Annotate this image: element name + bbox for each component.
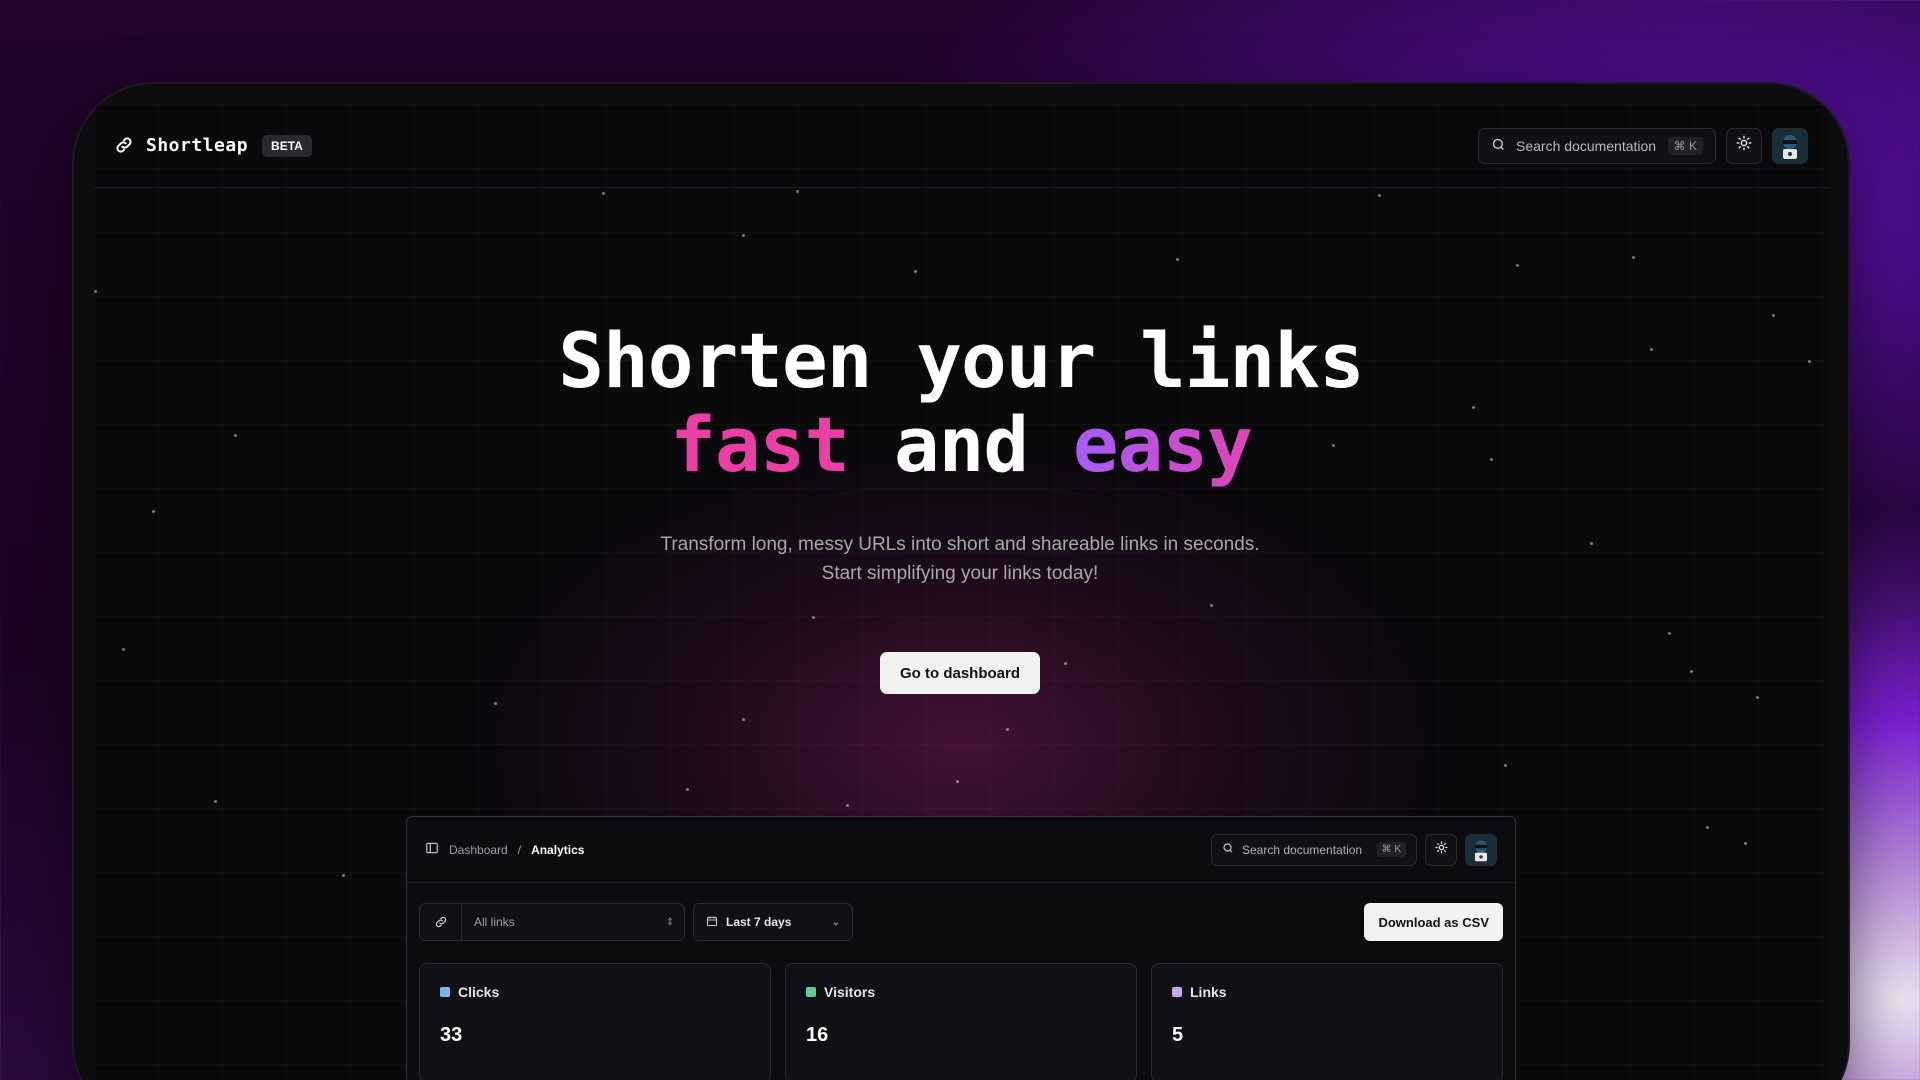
star [1176,258,1179,261]
dashboard-preview: Dashboard / Analytics Search documentati… [406,816,1516,1080]
calendar-icon [706,915,718,930]
chevron-down-icon: ⌄ [831,916,840,928]
word-fast: fast [670,400,850,489]
stat-value: 16 [806,1024,829,1046]
brand-name: Shortleap [146,135,249,156]
stat-value: 5 [1172,1024,1184,1046]
user-avatar[interactable] [1772,127,1808,164]
search-icon [1222,842,1234,857]
stat-card-header: Links [1172,984,1482,1000]
filters-bar: All links ⇕ Last 7 days ⌄ Download as CS… [419,903,1503,941]
app-screen: Shortleap BETA Search documentation ⌘ K … [94,104,1828,1080]
dashboard-theme-toggle-button[interactable] [1425,833,1457,866]
search-placeholder: Search documentation [1516,137,1657,154]
sidebar-toggle-icon[interactable] [425,841,439,858]
hero-title-line1: Shorten your links [558,316,1365,405]
search-documentation-button[interactable]: Search documentation ⌘ K [1478,127,1716,164]
breadcrumb: Dashboard / Analytics [425,841,584,858]
star [796,190,799,193]
word-easy: easy [1072,400,1253,489]
date-range-value: Last 7 days [726,915,792,929]
link-filter-value: All links [474,915,515,929]
breadcrumb-dashboard[interactable]: Dashboard [449,843,508,857]
star [1590,542,1593,545]
star [1210,604,1213,607]
star [1706,826,1709,829]
star [1504,764,1507,767]
star [1668,632,1671,635]
dashboard-actions: Search documentation ⌘ K [1211,833,1497,866]
dashboard-header: Dashboard / Analytics Search documentati… [407,817,1515,883]
star [602,192,605,195]
star [846,804,849,807]
star [914,270,917,273]
brand[interactable]: Shortleap BETA [114,134,312,157]
word-and: and [893,400,1029,489]
star [122,648,125,651]
link-icon [420,904,462,940]
stat-card-visitors: Visitors 16 [785,963,1137,1080]
star [1744,842,1747,845]
nav-actions: Search documentation ⌘ K [1478,127,1808,164]
stat-card-clicks: Clicks 33 [419,963,771,1080]
breadcrumb-separator: / [517,842,522,857]
star [1756,696,1759,699]
theme-toggle-button[interactable] [1726,127,1762,164]
dashboard-search-button[interactable]: Search documentation ⌘ K [1211,833,1417,866]
hero-title-line2: fast and easy [94,400,1828,489]
star [94,290,97,293]
star [1690,670,1693,673]
star [1378,194,1381,197]
star [1632,256,1635,259]
search-icon [1491,137,1506,155]
download-csv-button[interactable]: Download as CSV [1364,903,1503,941]
star [1064,662,1067,665]
top-nav: Shortleap BETA Search documentation ⌘ K [94,104,1828,188]
date-range-select[interactable]: Last 7 days ⌄ [693,903,853,941]
clicks-legend-dot [440,987,450,997]
star [494,702,497,705]
star [1516,264,1519,267]
visitors-legend-dot [806,987,816,997]
go-to-dashboard-button[interactable]: Go to dashboard [880,652,1040,694]
stat-value: 33 [440,1024,463,1046]
star [742,718,745,721]
star [956,780,959,783]
breadcrumb-analytics: Analytics [531,842,585,857]
star [686,788,689,791]
chevron-up-down-icon: ⇕ [665,916,675,928]
stat-label: Links [1190,984,1227,1000]
link-icon [114,135,136,157]
star [1006,728,1009,731]
keyboard-shortcut: ⌘ K [1376,842,1406,857]
stats-cards: Clicks 33 Visitors 16 Links 5 [419,963,1503,1080]
links-legend-dot [1172,987,1182,997]
hero-subtitle: Transform long, messy URLs into short an… [660,534,1260,584]
sun-icon [1736,135,1752,156]
keyboard-shortcut: ⌘ K [1667,136,1703,155]
star [342,874,345,877]
stat-card-header: Visitors [806,984,1116,1000]
stat-card-links: Links 5 [1151,963,1503,1080]
link-filter-select[interactable]: All links ⇕ [419,903,685,941]
stat-label: Clicks [458,984,500,1000]
star [152,510,155,513]
dashboard-user-avatar[interactable] [1465,833,1497,866]
star [742,234,745,237]
star [812,616,815,619]
sun-icon [1434,840,1448,859]
dashboard-search-placeholder: Search documentation [1242,842,1363,857]
star [214,800,217,803]
beta-badge: BETA [262,134,312,157]
stat-card-header: Clicks [440,984,750,1000]
stat-label: Visitors [824,984,876,1000]
